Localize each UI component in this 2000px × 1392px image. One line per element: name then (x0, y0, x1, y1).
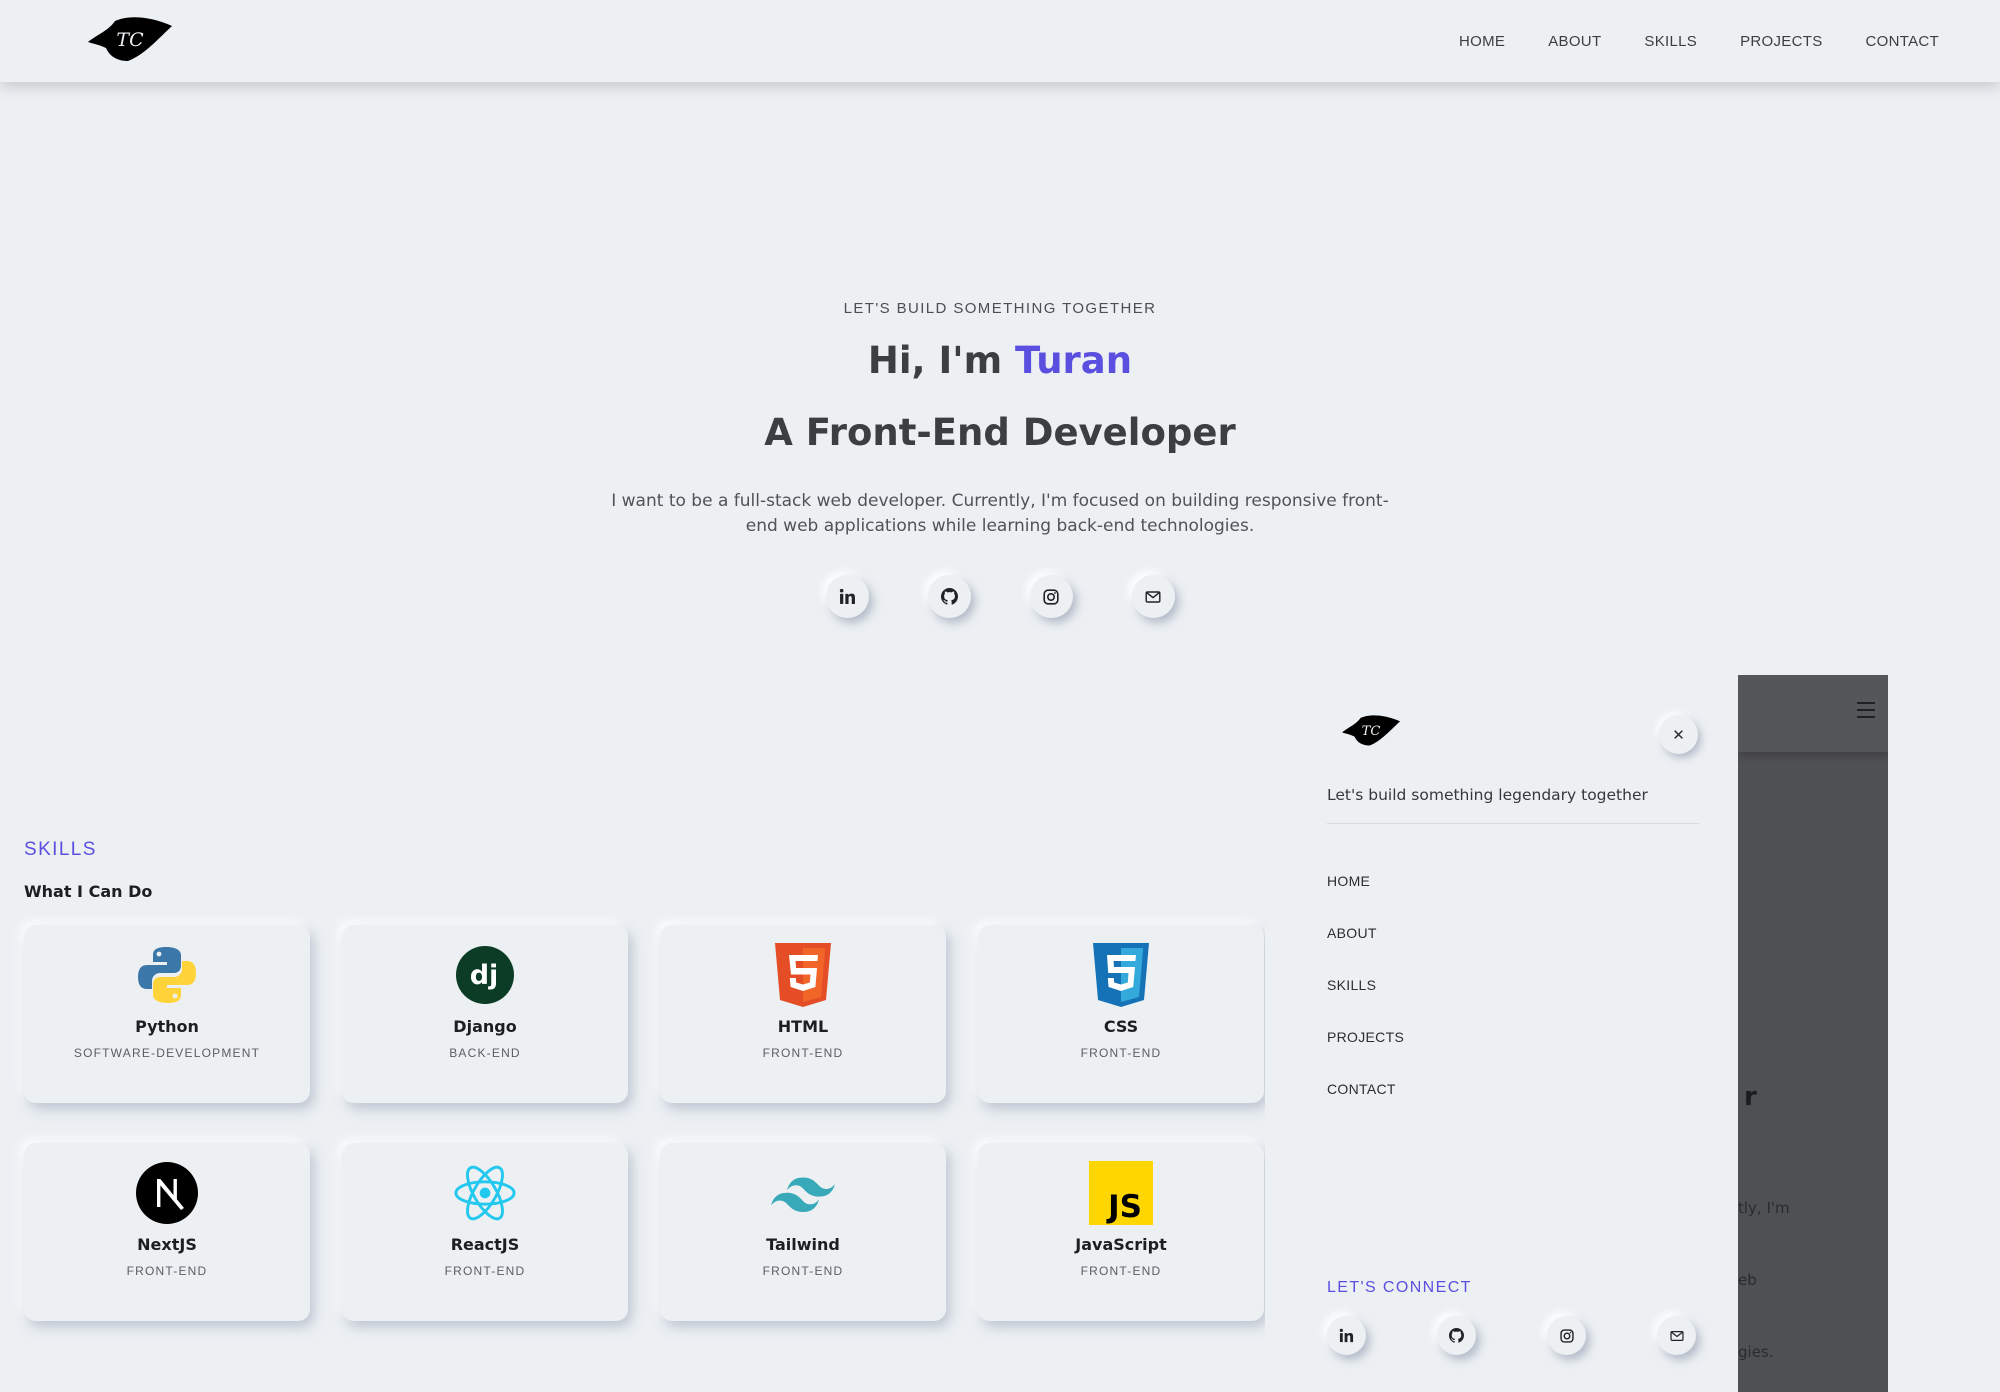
mail-icon (1145, 590, 1161, 603)
skill-card-react[interactable]: ReactJS FRONT-END (342, 1143, 628, 1321)
panel-tagline: Let's build something legendary together (1327, 786, 1648, 804)
logo[interactable]: TC (88, 17, 172, 63)
mobile-menu-panel: TC ✕ Let's build something legendary tog… (1265, 675, 1738, 1392)
panel-nav-contact[interactable]: CONTACT (1327, 1081, 1404, 1133)
svg-text:dj: dj (470, 960, 499, 991)
skill-category: SOFTWARE-DEVELOPMENT (73, 1046, 261, 1060)
dimmed-text-line: gies. (1738, 1343, 1774, 1361)
instagram-icon (1559, 1328, 1574, 1343)
dimmed-header (1738, 675, 1888, 752)
dimmed-text-line: eb (1738, 1271, 1757, 1289)
hero-greeting: Hi, I'm (867, 339, 1016, 382)
skills-kicker: SKILLS (24, 839, 97, 860)
skills-grid: Python SOFTWARE-DEVELOPMENT dj Django BA… (24, 925, 1266, 1321)
divider (1327, 823, 1699, 824)
github-button[interactable] (927, 575, 971, 618)
html5-icon (775, 943, 831, 1007)
instagram-button[interactable] (1547, 1316, 1586, 1355)
close-menu-button[interactable]: ✕ (1659, 715, 1698, 754)
hamburger-menu-icon[interactable] (1857, 702, 1875, 718)
skill-category: FRONT-END (1080, 1264, 1162, 1278)
hero-title: Hi, I'm Turan (0, 339, 2000, 383)
skill-card-tailwind[interactable]: Tailwind FRONT-END (660, 1143, 946, 1321)
skill-category: FRONT-END (126, 1264, 208, 1278)
django-icon: dj (456, 946, 514, 1004)
hero-kicker: LET'S BUILD SOMETHING TOGETHER (843, 300, 1157, 317)
dimmed-text-line: tly, I'm (1738, 1199, 1790, 1217)
email-button[interactable] (1131, 575, 1175, 618)
skill-card-python[interactable]: Python SOFTWARE-DEVELOPMENT (24, 925, 310, 1103)
panel-nav-home[interactable]: HOME (1327, 873, 1404, 925)
skill-card-django[interactable]: dj Django BACK-END (342, 925, 628, 1103)
hero-social-links (0, 575, 2000, 618)
skill-card-css[interactable]: CSS FRONT-END (978, 925, 1264, 1103)
skill-name: ReactJS (450, 1235, 520, 1254)
skill-card-javascript[interactable]: JS JavaScript FRONT-END (978, 1143, 1264, 1321)
logo-icon: TC (88, 17, 172, 61)
logo-icon: TC (1342, 715, 1400, 746)
github-icon (940, 588, 958, 605)
skill-name: Django (453, 1017, 517, 1036)
email-button[interactable] (1657, 1316, 1696, 1355)
skill-name: CSS (1103, 1017, 1139, 1036)
skill-name: Python (135, 1017, 199, 1036)
nav-contact[interactable]: CONTACT (1866, 33, 1939, 50)
linkedin-icon (1339, 1328, 1354, 1343)
nav-skills[interactable]: SKILLS (1644, 33, 1697, 50)
svg-text:TC: TC (116, 29, 144, 51)
skill-name: Tailwind (766, 1235, 840, 1254)
nextjs-icon (136, 1162, 198, 1224)
skill-category: FRONT-END (762, 1264, 844, 1278)
linkedin-button[interactable] (1327, 1316, 1366, 1355)
hero-section: LET'S BUILD SOMETHING TOGETHER Hi, I'm T… (0, 300, 2000, 618)
nav-about[interactable]: ABOUT (1548, 33, 1601, 50)
panel-nav: HOME ABOUT SKILLS PROJECTS CONTACT (1327, 873, 1404, 1133)
hero-description: I want to be a full-stack web developer.… (611, 491, 1389, 536)
hero-role: A Front-End Developer (764, 411, 1236, 454)
instagram-button[interactable] (1029, 575, 1073, 618)
linkedin-button[interactable] (825, 575, 869, 618)
nav-projects[interactable]: PROJECTS (1740, 33, 1822, 50)
skills-title: What I Can Do (24, 882, 153, 901)
skill-name: NextJS (137, 1235, 197, 1254)
dimmed-text-fragment: tly, I'm eb gies. (1738, 1148, 1790, 1392)
panel-social-links (1327, 1316, 1696, 1355)
main-nav: HOME ABOUT SKILLS PROJECTS CONTACT (1416, 0, 1939, 82)
skill-name: HTML (777, 1017, 829, 1036)
dimmed-heading-fragment: r (1744, 1082, 1757, 1112)
dimmed-background-view[interactable]: r tly, I'm eb gies. (1738, 675, 1888, 1392)
react-icon (454, 1165, 516, 1221)
skill-category: BACK-END (449, 1046, 521, 1060)
nav-home[interactable]: HOME (1459, 33, 1505, 50)
svg-text:TC: TC (1362, 724, 1381, 739)
skill-name: JavaScript (1075, 1235, 1167, 1254)
panel-nav-projects[interactable]: PROJECTS (1327, 1029, 1404, 1081)
github-button[interactable] (1437, 1316, 1476, 1355)
hero-name: Turan (1015, 339, 1133, 382)
panel-nav-about[interactable]: ABOUT (1327, 925, 1404, 977)
panel-logo[interactable]: TC (1342, 715, 1400, 747)
svg-text:JS: JS (1106, 1189, 1142, 1225)
skill-category: FRONT-END (762, 1046, 844, 1060)
skill-category: FRONT-END (1080, 1046, 1162, 1060)
instagram-icon (1043, 588, 1059, 605)
panel-nav-skills[interactable]: SKILLS (1327, 977, 1404, 1029)
css3-icon (1093, 943, 1149, 1007)
skill-card-html[interactable]: HTML FRONT-END (660, 925, 946, 1103)
panel-connect-heading: LET'S CONNECT (1327, 1279, 1472, 1296)
python-icon (138, 947, 196, 1003)
github-icon (1449, 1328, 1464, 1343)
javascript-icon: JS (1089, 1161, 1153, 1225)
close-icon: ✕ (1672, 725, 1685, 744)
skill-card-nextjs[interactable]: NextJS FRONT-END (24, 1143, 310, 1321)
linkedin-icon (839, 588, 855, 604)
site-header: TC HOME ABOUT SKILLS PROJECTS CONTACT (0, 0, 2000, 82)
tailwind-icon (771, 1177, 835, 1213)
mail-icon (1669, 1330, 1684, 1341)
skill-category: FRONT-END (444, 1264, 526, 1278)
